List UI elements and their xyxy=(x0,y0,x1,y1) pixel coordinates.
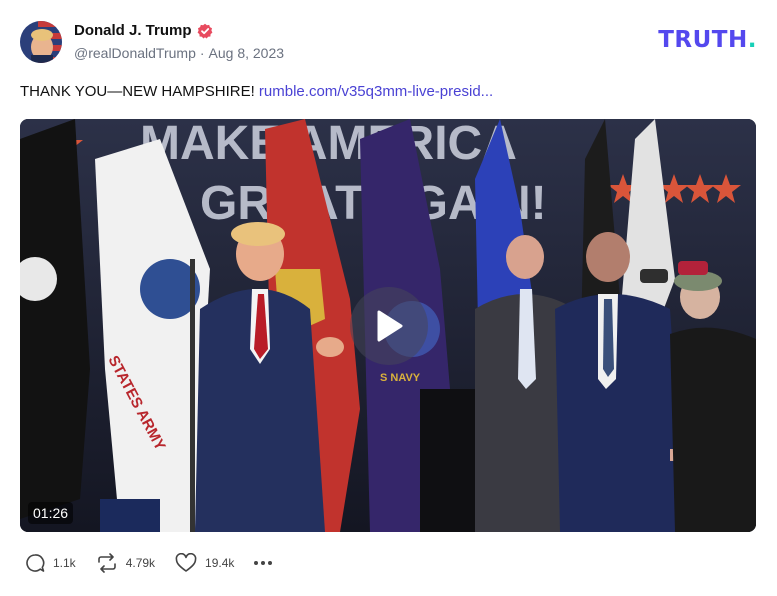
reply-button[interactable]: 1.1k xyxy=(25,553,76,573)
post-date[interactable]: Aug 8, 2023 xyxy=(209,45,285,61)
post-header: Donald J. Trump @realDonaldTrump · Aug 8… xyxy=(20,20,757,64)
more-dot xyxy=(254,561,259,565)
logo-text: TRUTH xyxy=(658,27,748,53)
action-bar: 1.1k 4.79k 19.4k xyxy=(25,553,273,573)
author-handle[interactable]: @realDonaldTrump xyxy=(74,45,196,61)
retruth-count: 4.79k xyxy=(125,556,156,570)
video-duration: 01:26 xyxy=(28,502,74,524)
retruth-icon xyxy=(97,553,116,573)
play-button[interactable] xyxy=(350,287,428,365)
banner-text-1: MAKE AMERICA xyxy=(140,119,517,170)
post-body: THANK YOU—NEW HAMPSHIRE! rumble.com/v35q… xyxy=(20,83,493,100)
retruth-button[interactable]: 4.79k xyxy=(96,553,155,573)
reply-count: 1.1k xyxy=(53,556,76,570)
play-icon xyxy=(377,310,403,342)
post-link[interactable]: rumble.com/v35q3mm-live-presid... xyxy=(259,83,493,100)
flag-navy-text: S NAVY xyxy=(380,372,421,384)
logo-dot: . xyxy=(747,27,757,53)
video-player[interactable]: MAKE AMERICA GREAT AGAIN! STATES ARMY S … xyxy=(20,119,756,532)
heart-icon xyxy=(175,553,197,572)
author-name[interactable]: Donald J. Trump xyxy=(74,22,192,39)
more-dot xyxy=(268,561,273,565)
more-dots-icon[interactable] xyxy=(254,561,273,565)
more-dot xyxy=(261,561,266,565)
post-text: THANK YOU—NEW HAMPSHIRE! xyxy=(20,83,255,100)
like-button[interactable]: 19.4k xyxy=(175,553,234,573)
comment-icon xyxy=(26,554,45,572)
meta-separator: · xyxy=(199,45,205,61)
avatar-image xyxy=(20,21,62,63)
like-count: 19.4k xyxy=(205,556,235,570)
truth-logo[interactable]: TRUTH. xyxy=(658,27,757,53)
avatar[interactable] xyxy=(20,21,62,63)
verified-badge-icon xyxy=(197,23,212,38)
author-block: Donald J. Trump @realDonaldTrump · Aug 8… xyxy=(74,22,284,61)
